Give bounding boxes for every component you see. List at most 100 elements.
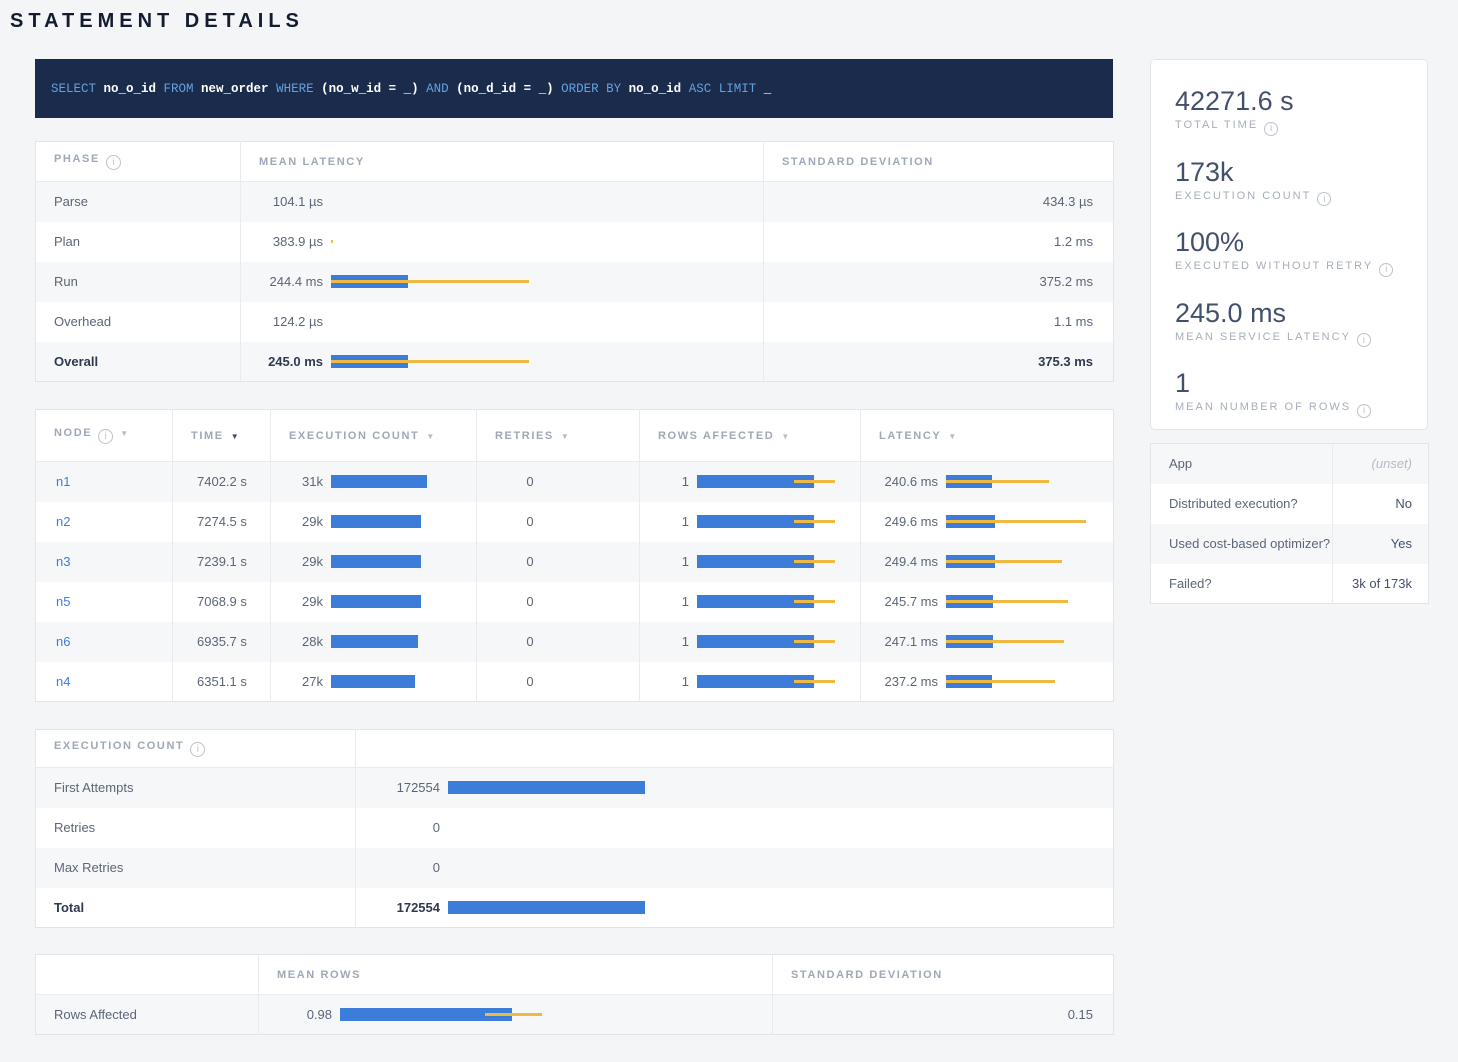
execution-count-table: Execution Count First Attempts 172554 Re… <box>35 729 1114 928</box>
rows-affected-bar <box>697 635 842 648</box>
stat-mean-number-of-rows: 1 Mean Number of Rows <box>1175 368 1403 418</box>
latency-bar <box>946 635 1093 648</box>
rows-affected-column-header[interactable]: Rows Affected <box>640 410 861 462</box>
retries-value: 0 <box>477 462 640 502</box>
rows-affected-bar <box>697 555 842 568</box>
info-icon[interactable] <box>106 155 121 170</box>
table-row: n5 7068.9 s 29k 0 1 245.7 ms <box>36 582 1114 622</box>
info-icon[interactable] <box>1264 122 1278 136</box>
sql-keyword: FROM <box>156 82 201 96</box>
time-column-header[interactable]: Time <box>173 410 271 462</box>
rows-affected-value: 1 <box>640 554 697 569</box>
exec-count-bar <box>448 901 648 914</box>
phase-latency-table: Phase Mean Latency Standard Deviation Pa… <box>35 141 1114 382</box>
latency-bar <box>946 675 1093 688</box>
latency-value: 245.7 ms <box>861 594 946 609</box>
info-icon[interactable] <box>1317 192 1331 206</box>
sql-statement-box: SELECT no_o_id FROM new_order WHERE (no_… <box>35 59 1113 118</box>
node-link[interactable]: n5 <box>36 594 70 609</box>
exec-row-label: Retries <box>36 808 356 848</box>
node-time: 7274.5 s <box>173 502 271 542</box>
stat-executed-without-retry: 100% Executed without Retry <box>1175 227 1403 277</box>
std-dev-value: 375.3 ms <box>764 342 1114 382</box>
sql-identifier: (no_w_id = _) <box>321 82 419 96</box>
latency-value: 249.6 ms <box>861 514 946 529</box>
sort-desc-icon[interactable] <box>120 429 128 438</box>
node-time: 6935.7 s <box>173 622 271 662</box>
sort-desc-icon[interactable] <box>561 432 569 441</box>
node-link[interactable]: n3 <box>36 554 70 569</box>
rows-affected-bar <box>697 595 842 608</box>
table-row: Rows Affected 0.98 0.15 <box>36 995 1114 1035</box>
rows-affected-value: 1 <box>640 514 697 529</box>
exec-count-value: 29k <box>271 514 331 529</box>
node-link[interactable]: n6 <box>36 634 70 649</box>
node-link[interactable]: n1 <box>36 474 70 489</box>
node-time: 7068.9 s <box>173 582 271 622</box>
sql-keyword: SELECT <box>51 82 104 96</box>
node-stats-table: Node Time Execution Count Retries Rows A… <box>35 409 1114 702</box>
exec-count-value: 0 <box>356 860 448 875</box>
retries-value: 0 <box>477 582 640 622</box>
table-row: Used cost-based optimizer? Yes <box>1151 524 1429 564</box>
mean-latency-value: 244.4 ms <box>241 274 331 289</box>
latency-bar <box>331 275 531 288</box>
phase-label: Plan <box>36 222 241 262</box>
info-icon[interactable] <box>1357 404 1371 418</box>
latency-value: 240.6 ms <box>861 474 946 489</box>
sql-identifier: _ <box>764 82 772 96</box>
main-column: SELECT no_o_id FROM new_order WHERE (no_… <box>35 59 1113 1035</box>
latency-value: 249.4 ms <box>861 554 946 569</box>
stat-mean-service-latency: 245.0 ms Mean Service Latency <box>1175 298 1403 348</box>
mean-rows-bar <box>340 1008 550 1021</box>
table-row: n3 7239.1 s 29k 0 1 249.4 ms <box>36 542 1114 582</box>
latency-bar <box>946 515 1093 528</box>
node-link[interactable]: n2 <box>36 514 70 529</box>
failed-label: Failed? <box>1151 564 1333 604</box>
exec-count-value: 0 <box>356 820 448 835</box>
mean-latency-value: 383.9 µs <box>241 234 331 249</box>
table-row: Parse 104.1 µs 434.3 µs <box>36 182 1114 222</box>
std-dev-value: 0.15 <box>773 995 1114 1035</box>
rows-affected-table: Mean Rows Standard Deviation Rows Affect… <box>35 954 1114 1035</box>
std-dev-column-header: Standard Deviation <box>764 142 1114 182</box>
sql-keyword: AND <box>419 82 457 96</box>
failed-value: 3k of 173k <box>1333 564 1429 604</box>
table-row: Retries 0 <box>36 808 1114 848</box>
info-icon[interactable] <box>98 429 113 444</box>
table-row: Run 244.4 ms 375.2 ms <box>36 262 1114 302</box>
rows-affected-label: Rows Affected <box>36 995 259 1035</box>
sort-desc-icon[interactable] <box>426 432 434 441</box>
sql-identifier: (no_d_id = _) <box>456 82 554 96</box>
app-label: App <box>1151 444 1333 484</box>
node-column-header[interactable]: Node <box>36 410 173 462</box>
std-dev-value: 1.2 ms <box>764 222 1114 262</box>
node-link[interactable]: n4 <box>36 674 70 689</box>
std-dev-value: 375.2 ms <box>764 262 1114 302</box>
retries-column-header[interactable]: Retries <box>477 410 640 462</box>
exec-row-label: First Attempts <box>36 768 356 808</box>
exec-count-bar <box>331 515 431 528</box>
sort-desc-icon[interactable] <box>781 432 789 441</box>
cost-based-optimizer-value: Yes <box>1333 524 1429 564</box>
table-row: Total 172554 <box>36 888 1114 928</box>
table-row: Plan 383.9 µs 1.2 ms <box>36 222 1114 262</box>
sort-desc-icon[interactable] <box>948 432 956 441</box>
stat-total-time: 42271.6 s Total Time <box>1175 86 1403 136</box>
table-row: n4 6351.1 s 27k 0 1 237.2 ms <box>36 662 1114 702</box>
latency-column-header[interactable]: Latency <box>861 410 1114 462</box>
table-row: n6 6935.7 s 28k 0 1 247.1 ms <box>36 622 1114 662</box>
info-icon[interactable] <box>190 742 205 757</box>
sql-keyword: ASC LIMIT <box>681 82 764 96</box>
mean-latency-value: 245.0 ms <box>241 354 331 369</box>
table-row: n1 7402.2 s 31k 0 1 240.6 ms <box>36 462 1114 502</box>
std-dev-value: 1.1 ms <box>764 302 1114 342</box>
cost-based-optimizer-label: Used cost-based optimizer? <box>1151 524 1333 564</box>
table-row: Failed? 3k of 173k <box>1151 564 1429 604</box>
stat-execution-count: 173k Execution Count <box>1175 157 1403 207</box>
execution-count-column-header[interactable]: Execution Count <box>271 410 477 462</box>
info-icon[interactable] <box>1379 263 1393 277</box>
rows-affected-bar <box>697 475 842 488</box>
sort-desc-icon[interactable] <box>231 432 239 441</box>
info-icon[interactable] <box>1357 333 1371 347</box>
